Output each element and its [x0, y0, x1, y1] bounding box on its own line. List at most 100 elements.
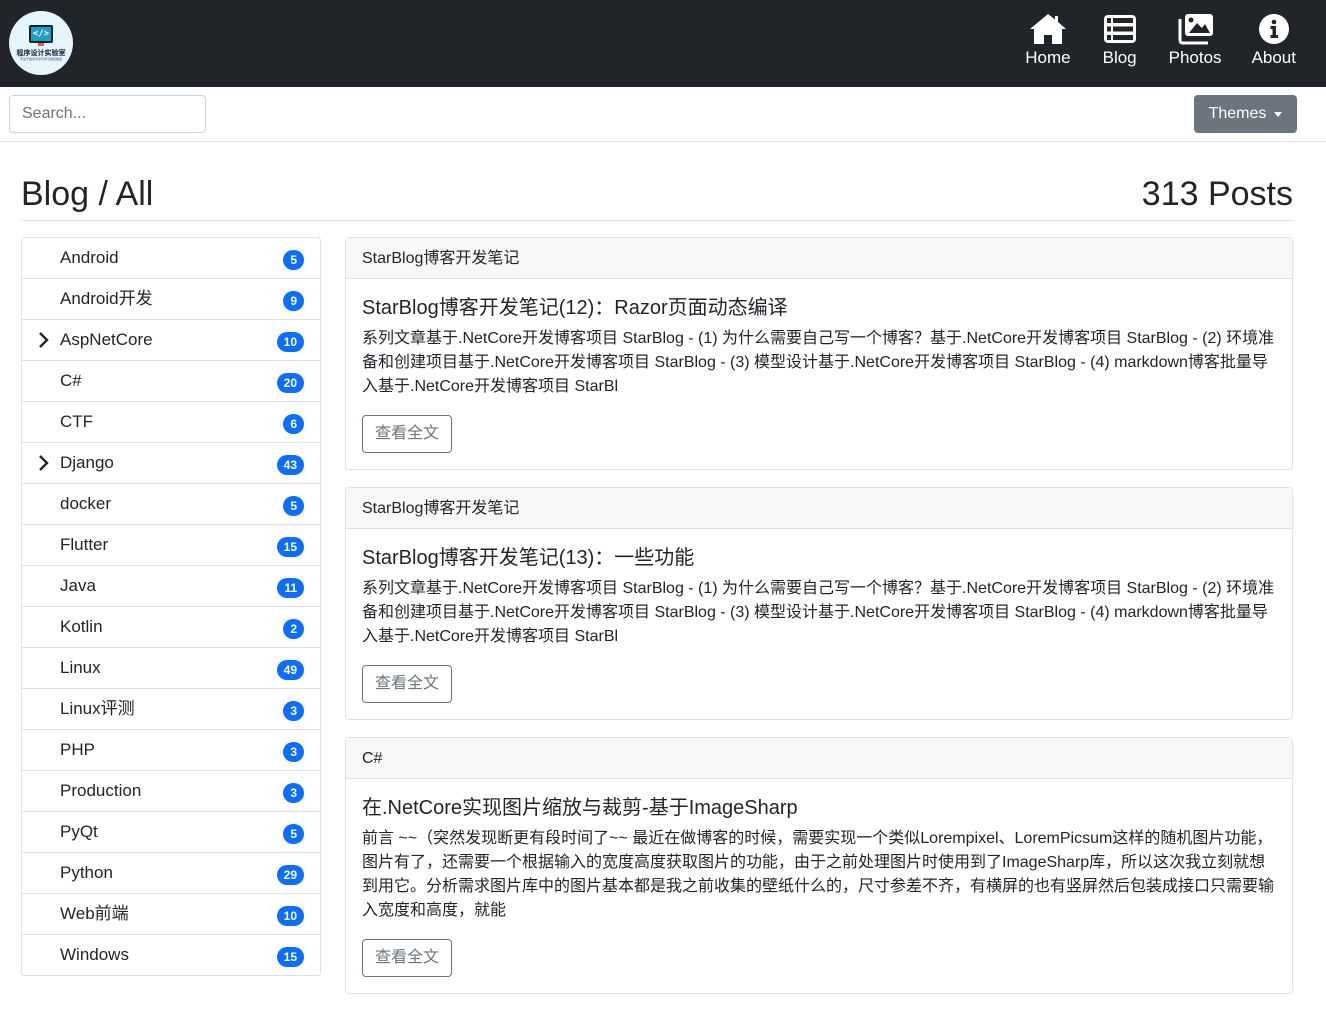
images-icon [1178, 14, 1214, 45]
category-name: AspNetCore [60, 330, 153, 349]
post-title[interactable]: StarBlog博客开发笔记(13)：一些功能 [362, 545, 1276, 571]
logo-tagline: 专注于技术分享与学习的实验室 [19, 57, 62, 61]
chevron-right-icon[interactable] [37, 331, 51, 349]
category-name: Linux [60, 658, 101, 677]
post-summary: 前言 ~~（突然发现断更有段时间了~~ 最近在做博客的时候，需要实现一个类似Lo… [362, 830, 1275, 919]
main-nav: Home Blog Photos About [1025, 13, 1296, 69]
category-item[interactable]: Linux评测 3 [22, 689, 320, 730]
category-count-badge: 49 [276, 660, 304, 680]
code-monitor-icon: </> [29, 25, 53, 43]
category-item[interactable]: Java 11 [22, 566, 320, 607]
category-name: PyQt [60, 822, 98, 841]
nav-home[interactable]: Home [1025, 13, 1071, 69]
category-count-badge: 10 [276, 332, 304, 352]
category-count-badge: 10 [276, 906, 304, 926]
themes-dropdown-button[interactable]: Themes [1194, 95, 1297, 133]
post-count: 313 Posts [1141, 175, 1293, 213]
category-item[interactable]: Windows 15 [22, 935, 320, 976]
category-count-badge: 5 [283, 824, 304, 844]
post-card: C# 在.NetCore实现图片缩放与裁剪-基于ImageSharp 前言 ~~… [345, 737, 1293, 994]
nav-about[interactable]: About [1252, 13, 1296, 69]
post-summary: 系列文章基于.NetCore开发博客项目 StarBlog - (1) 为什么需… [362, 580, 1275, 645]
themes-label: Themes [1208, 105, 1267, 122]
category-name: C# [60, 371, 82, 390]
info-circle-icon [1258, 14, 1289, 44]
category-name: PHP [60, 740, 95, 759]
category-name: Web前端 [60, 904, 129, 923]
category-item[interactable]: Kotlin 2 [22, 607, 320, 648]
post-title[interactable]: StarBlog博客开发笔记(12)：Razor页面动态编译 [362, 295, 1276, 321]
category-name: Flutter [60, 535, 109, 554]
category-name: Kotlin [60, 617, 103, 636]
post-card: StarBlog博客开发笔记 StarBlog博客开发笔记(13)：一些功能 系… [345, 487, 1293, 720]
category-item[interactable]: Python 29 [22, 853, 320, 894]
toolbar: Themes [0, 87, 1326, 142]
category-name: Production [60, 781, 142, 800]
post-category[interactable]: StarBlog博客开发笔记 [346, 488, 1292, 529]
post-category[interactable]: StarBlog博客开发笔记 [346, 238, 1292, 279]
category-count-badge: 43 [276, 455, 304, 475]
category-name: Windows [60, 945, 129, 964]
category-count-badge: 3 [283, 783, 304, 803]
category-item[interactable]: PyQt 5 [22, 812, 320, 853]
category-count-badge: 3 [283, 742, 304, 762]
category-count-badge: 5 [283, 250, 304, 270]
category-count-badge: 11 [277, 578, 304, 598]
category-name: Linux评测 [60, 699, 135, 718]
post-body: 在.NetCore实现图片缩放与裁剪-基于ImageSharp 前言 ~~（突然… [346, 779, 1292, 993]
page-title: Blog / All [21, 175, 154, 213]
nav-home-label: Home [1025, 48, 1071, 67]
chevron-right-icon[interactable] [37, 454, 51, 472]
category-name: CTF [60, 412, 94, 431]
read-more-button[interactable]: 查看全文 [362, 939, 453, 977]
list-icon [1103, 15, 1136, 43]
logo-name: 程序设计实验室 [16, 49, 66, 57]
post-card: StarBlog博客开发笔记 StarBlog博客开发笔记(12)：Razor页… [345, 237, 1293, 470]
nav-about-label: About [1251, 48, 1296, 67]
monitor-stand [38, 43, 44, 46]
category-item[interactable]: Web前端 10 [22, 894, 320, 935]
home-icon [1029, 14, 1066, 44]
category-count-badge: 6 [283, 414, 304, 434]
category-item[interactable]: Android 5 [22, 238, 320, 279]
read-more-button[interactable]: 查看全文 [362, 415, 453, 453]
page-header: Blog / All 313 Posts [21, 172, 1293, 221]
category-item[interactable]: PHP 3 [22, 730, 320, 771]
category-count-badge: 5 [283, 496, 304, 516]
nav-photos-label: Photos [1168, 48, 1222, 67]
category-count-badge: 20 [276, 373, 304, 393]
nav-photos[interactable]: Photos [1169, 13, 1222, 69]
nav-blog[interactable]: Blog [1101, 13, 1139, 69]
category-count-badge: 9 [283, 291, 304, 311]
post-summary: 系列文章基于.NetCore开发博客项目 StarBlog - (1) 为什么需… [362, 330, 1275, 395]
category-item[interactable]: Android开发 9 [22, 279, 320, 320]
read-more-button[interactable]: 查看全文 [362, 665, 453, 703]
site-logo[interactable]: </> 程序设计实验室 专注于技术分享与学习的实验室 [9, 11, 73, 75]
category-name: docker [60, 494, 112, 513]
top-navbar: </> 程序设计实验室 专注于技术分享与学习的实验室 Home Blog Pho… [0, 0, 1326, 87]
category-item[interactable]: AspNetCore 10 [22, 320, 320, 361]
category-count-badge: 15 [276, 537, 304, 557]
category-count-badge: 15 [276, 947, 304, 967]
nav-blog-label: Blog [1102, 48, 1137, 67]
search-input[interactable] [9, 95, 206, 133]
category-count-badge: 29 [276, 865, 304, 885]
category-count-badge: 3 [283, 701, 304, 721]
category-item[interactable]: C# 20 [22, 361, 320, 402]
category-item[interactable]: CTF 6 [22, 402, 320, 443]
post-list: StarBlog博客开发笔记 StarBlog博客开发笔记(12)：Razor页… [345, 237, 1293, 1011]
caret-down-icon [1274, 111, 1283, 117]
post-category[interactable]: C# [346, 738, 1292, 779]
category-item[interactable]: Linux 49 [22, 648, 320, 689]
category-item[interactable]: Flutter 15 [22, 525, 320, 566]
category-count-badge: 2 [283, 619, 304, 639]
category-item[interactable]: docker 5 [22, 484, 320, 525]
category-name: Android开发 [60, 289, 153, 308]
category-name: Android [60, 248, 119, 267]
category-list: Android 5 Android开发 9 AspNetCore 10 C# 2… [21, 237, 321, 976]
post-title[interactable]: 在.NetCore实现图片缩放与裁剪-基于ImageSharp [362, 795, 1276, 821]
post-body: StarBlog博客开发笔记(13)：一些功能 系列文章基于.NetCore开发… [346, 529, 1292, 719]
category-name: Django [60, 453, 114, 472]
category-item[interactable]: Django 43 [22, 443, 320, 484]
category-item[interactable]: Production 3 [22, 771, 320, 812]
